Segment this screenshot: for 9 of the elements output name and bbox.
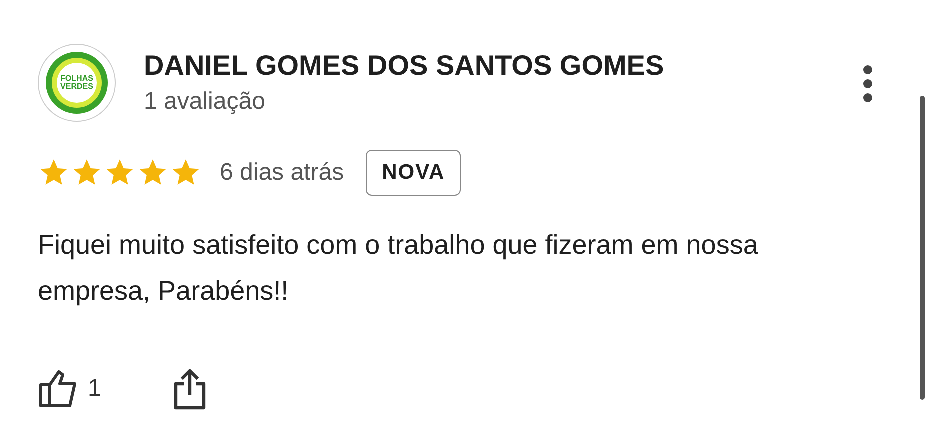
reviewer-name: DANIEL GOMES DOS SANTOS GOMES	[144, 50, 664, 82]
review-count: 1 avaliação	[144, 88, 266, 116]
share-icon	[173, 368, 208, 410]
like-button[interactable]: 1	[38, 369, 102, 409]
new-badge: NOVA	[366, 150, 462, 196]
share-button[interactable]	[173, 368, 208, 410]
review-time: 6 dias atrás	[220, 159, 344, 187]
avatar-text: FOLHAS VERDES	[60, 75, 94, 91]
review-text: Fiquei muito satisfeito com o trabalho que fizeram em nossa empresa, Parabéns!!	[38, 229, 760, 308]
